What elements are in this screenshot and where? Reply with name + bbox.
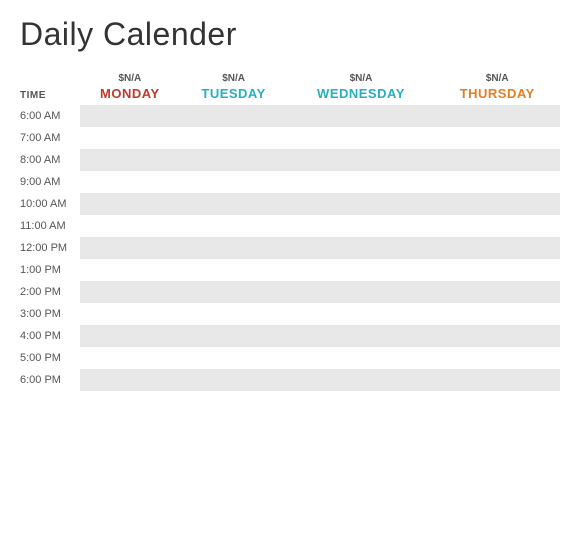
time-row: 6:00 PM xyxy=(20,369,560,391)
thursday-header: THURSDAY xyxy=(434,86,560,105)
day-header-row: TIME MONDAY TUESDAY WEDNESDAY THURSDAY xyxy=(20,86,560,105)
time-label: 10:00 AM xyxy=(20,193,80,215)
event-cell[interactable] xyxy=(434,347,560,369)
time-row: 9:00 AM xyxy=(20,171,560,193)
event-cell[interactable] xyxy=(180,281,288,303)
event-cell[interactable] xyxy=(80,369,180,391)
event-cell[interactable] xyxy=(80,193,180,215)
time-label: 6:00 AM xyxy=(20,105,80,127)
event-cell[interactable] xyxy=(180,369,288,391)
time-label: 12:00 PM xyxy=(20,237,80,259)
wednesday-header: WEDNESDAY xyxy=(288,86,435,105)
na-col-thursday: $N/A xyxy=(434,71,560,86)
time-header: TIME xyxy=(20,86,80,105)
event-cell[interactable] xyxy=(434,127,560,149)
event-cell[interactable] xyxy=(288,303,435,325)
time-row: 12:00 PM xyxy=(20,237,560,259)
event-cell[interactable] xyxy=(434,369,560,391)
event-cell[interactable] xyxy=(288,369,435,391)
event-cell[interactable] xyxy=(180,105,288,127)
event-cell[interactable] xyxy=(180,127,288,149)
event-cell[interactable] xyxy=(434,303,560,325)
event-cell[interactable] xyxy=(288,127,435,149)
time-row: 4:00 PM xyxy=(20,325,560,347)
time-label: 3:00 PM xyxy=(20,303,80,325)
event-cell[interactable] xyxy=(180,237,288,259)
monday-header: MONDAY xyxy=(80,86,180,105)
time-label: 6:00 PM xyxy=(20,369,80,391)
event-cell[interactable] xyxy=(180,193,288,215)
event-cell[interactable] xyxy=(434,105,560,127)
time-label: 9:00 AM xyxy=(20,171,80,193)
event-cell[interactable] xyxy=(434,281,560,303)
na-time-col xyxy=(20,71,80,86)
event-cell[interactable] xyxy=(80,215,180,237)
event-cell[interactable] xyxy=(288,193,435,215)
na-col-wednesday: $N/A xyxy=(288,71,435,86)
time-label: 8:00 AM xyxy=(20,149,80,171)
time-label: 5:00 PM xyxy=(20,347,80,369)
event-cell[interactable] xyxy=(434,149,560,171)
event-cell[interactable] xyxy=(80,149,180,171)
event-cell[interactable] xyxy=(180,325,288,347)
event-cell[interactable] xyxy=(288,149,435,171)
event-cell[interactable] xyxy=(288,281,435,303)
na-header-row: $N/A $N/A $N/A $N/A xyxy=(20,71,560,86)
time-label: 2:00 PM xyxy=(20,281,80,303)
event-cell[interactable] xyxy=(288,171,435,193)
event-cell[interactable] xyxy=(288,259,435,281)
event-cell[interactable] xyxy=(288,215,435,237)
na-col-monday: $N/A xyxy=(80,71,180,86)
time-label: 1:00 PM xyxy=(20,259,80,281)
event-cell[interactable] xyxy=(434,259,560,281)
event-cell[interactable] xyxy=(180,149,288,171)
time-label: 4:00 PM xyxy=(20,325,80,347)
time-label: 7:00 AM xyxy=(20,127,80,149)
time-row: 11:00 AM xyxy=(20,215,560,237)
event-cell[interactable] xyxy=(180,347,288,369)
time-row: 5:00 PM xyxy=(20,347,560,369)
event-cell[interactable] xyxy=(288,237,435,259)
event-cell[interactable] xyxy=(434,193,560,215)
time-label: 11:00 AM xyxy=(20,215,80,237)
na-col-tuesday: $N/A xyxy=(180,71,288,86)
event-cell[interactable] xyxy=(80,127,180,149)
time-row: 6:00 AM xyxy=(20,105,560,127)
event-cell[interactable] xyxy=(288,105,435,127)
event-cell[interactable] xyxy=(288,347,435,369)
calendar-body: 6:00 AM7:00 AM8:00 AM9:00 AM10:00 AM11:0… xyxy=(20,105,560,391)
event-cell[interactable] xyxy=(434,237,560,259)
event-cell[interactable] xyxy=(180,171,288,193)
event-cell[interactable] xyxy=(180,303,288,325)
event-cell[interactable] xyxy=(80,347,180,369)
event-cell[interactable] xyxy=(434,171,560,193)
time-row: 10:00 AM xyxy=(20,193,560,215)
page-title: Daily Calender xyxy=(20,16,560,53)
event-cell[interactable] xyxy=(180,259,288,281)
event-cell[interactable] xyxy=(80,325,180,347)
event-cell[interactable] xyxy=(180,215,288,237)
event-cell[interactable] xyxy=(80,303,180,325)
time-row: 3:00 PM xyxy=(20,303,560,325)
time-row: 7:00 AM xyxy=(20,127,560,149)
time-row: 8:00 AM xyxy=(20,149,560,171)
time-row: 1:00 PM xyxy=(20,259,560,281)
time-row: 2:00 PM xyxy=(20,281,560,303)
calendar-page: Daily Calender $N/A $N/A $N/A $N/A TIME … xyxy=(0,0,580,550)
calendar-table: $N/A $N/A $N/A $N/A TIME MONDAY TUESDAY … xyxy=(20,71,560,391)
event-cell[interactable] xyxy=(80,281,180,303)
event-cell[interactable] xyxy=(80,237,180,259)
event-cell[interactable] xyxy=(80,105,180,127)
event-cell[interactable] xyxy=(80,259,180,281)
event-cell[interactable] xyxy=(288,325,435,347)
event-cell[interactable] xyxy=(434,325,560,347)
event-cell[interactable] xyxy=(434,215,560,237)
tuesday-header: TUESDAY xyxy=(180,86,288,105)
event-cell[interactable] xyxy=(80,171,180,193)
